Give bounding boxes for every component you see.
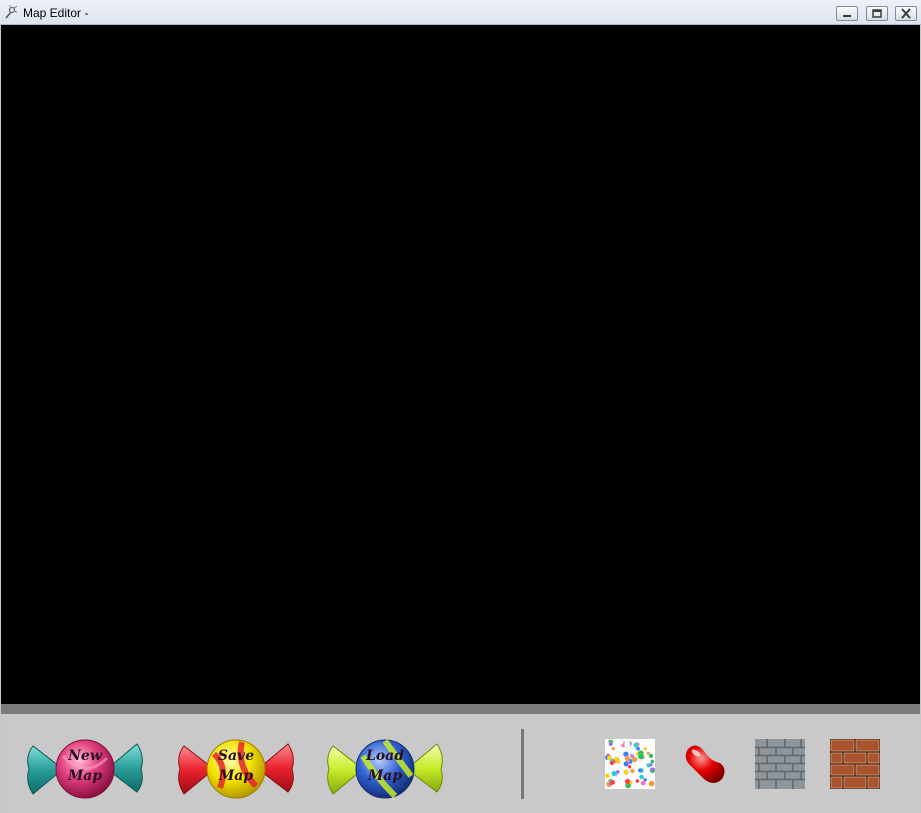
canvas-border xyxy=(1,704,920,714)
save-map-label-line1: Save xyxy=(217,748,255,764)
sprinkles-icon xyxy=(605,739,655,789)
sprinkles-tile[interactable] xyxy=(605,739,655,789)
restore-button[interactable] xyxy=(866,6,888,21)
close-icon xyxy=(901,8,911,19)
new-map-button[interactable]: New Map xyxy=(25,736,145,802)
save-map-button[interactable]: Save Map xyxy=(176,736,296,802)
restore-icon xyxy=(872,9,882,18)
app-icon xyxy=(5,5,18,19)
new-map-label-line1: New xyxy=(68,748,102,764)
minimize-icon xyxy=(843,15,851,17)
toolbar-separator xyxy=(521,729,524,799)
window-title: Map Editor - xyxy=(23,6,89,20)
save-map-label-line2: Map xyxy=(218,768,254,784)
jellybean-icon xyxy=(685,745,725,783)
load-map-label-line2: Map xyxy=(367,768,403,784)
brown-brick-tile[interactable] xyxy=(830,739,880,789)
map-canvas[interactable] xyxy=(1,25,920,704)
load-map-label-line1: Load xyxy=(365,748,405,764)
gray-brick-icon xyxy=(755,739,805,789)
brown-brick-icon xyxy=(830,739,880,789)
close-button[interactable] xyxy=(895,6,917,21)
minimize-button[interactable] xyxy=(836,6,858,21)
new-map-label-line2: Map xyxy=(67,768,103,784)
title-bar: Map Editor - xyxy=(0,0,921,25)
jellybean-tile[interactable] xyxy=(680,739,730,789)
load-map-button[interactable]: Load Map xyxy=(325,736,445,802)
gray-brick-tile[interactable] xyxy=(755,739,805,789)
